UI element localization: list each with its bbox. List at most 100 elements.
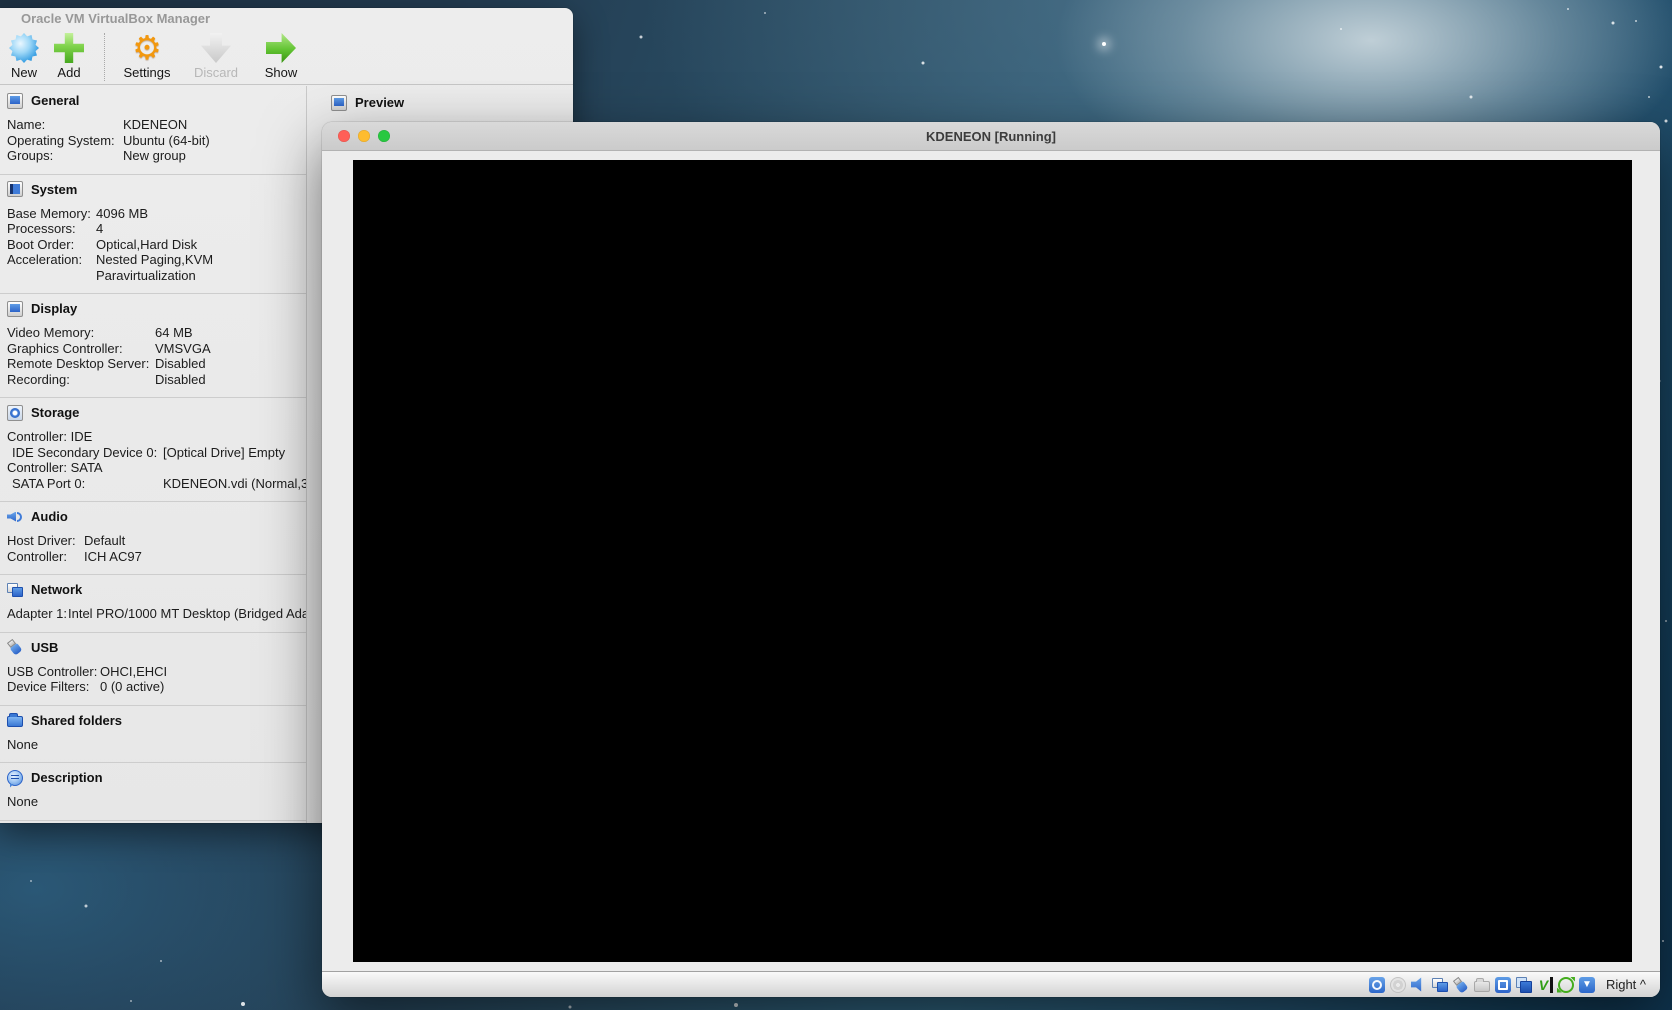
detail-row: Controller: IDE <box>7 429 306 445</box>
section-header-network[interactable]: Network <box>7 581 306 598</box>
system-icon <box>7 181 23 197</box>
hard-disks-status-icon[interactable] <box>1369 977 1385 993</box>
section-usb: USB USB Controller:OHCI,EHCIDevice Filter… <box>0 633 306 706</box>
section-header-general[interactable]: General <box>7 92 306 109</box>
detail-row: Adapter 1:Intel PRO/1000 MT Desktop (Bri… <box>7 606 306 622</box>
toolbar-label-show: Show <box>265 65 298 80</box>
detail-value: [Optical Drive] Empty <box>163 445 285 461</box>
network-status-icon[interactable] <box>1432 977 1448 993</box>
vm-window-title: KDENEON [Running] <box>322 129 1660 144</box>
section-header-description[interactable]: Description <box>7 769 306 786</box>
window-controls <box>338 130 390 142</box>
sharedfolders-icon <box>7 716 23 727</box>
detail-label: None <box>7 794 38 810</box>
general-icon <box>7 93 23 109</box>
section-title-display: Display <box>31 301 77 316</box>
toolbar-label-settings: Settings <box>124 65 171 80</box>
detail-value: KDENEON.vdi (Normal,36 <box>163 476 307 492</box>
recording-status-icon[interactable] <box>1516 977 1532 993</box>
host-key-indicator[interactable]: Right ^ <box>1606 977 1646 992</box>
detail-value: Ubuntu (64-bit) <box>123 133 210 149</box>
detail-row: Base Memory:4096 MB <box>7 206 306 222</box>
section-title-system: System <box>31 182 77 197</box>
display-status-icon[interactable] <box>1495 977 1511 993</box>
minimize-button[interactable] <box>358 130 370 142</box>
manager-window-title: Oracle VM VirtualBox Manager <box>21 11 210 26</box>
detail-label: Recording: <box>7 372 155 388</box>
section-header-display[interactable]: Display <box>7 300 306 317</box>
detail-value: Default <box>84 533 125 549</box>
detail-label: Host Driver: <box>7 533 84 549</box>
auto-resize-status-icon[interactable] <box>1558 977 1574 993</box>
section-audio: Audio Host Driver:DefaultController:ICH A… <box>0 502 306 575</box>
section-title-usb: USB <box>31 640 58 655</box>
detail-value: Optical,Hard Disk <box>96 237 197 253</box>
detail-row: Boot Order:Optical,Hard Disk <box>7 237 306 253</box>
mouse-integration-status-icon[interactable]: ▼ <box>1579 977 1595 993</box>
detail-label: Acceleration: <box>7 252 96 283</box>
section-title-description: Description <box>31 770 103 785</box>
detail-label: USB Controller: <box>7 664 100 680</box>
storage-icon <box>7 405 23 421</box>
usb-icon <box>4 636 26 658</box>
detail-value: ICH AC97 <box>84 549 142 565</box>
section-header-sharedfolders[interactable]: Shared folders <box>7 712 306 729</box>
section-title-audio: Audio <box>31 509 68 524</box>
detail-label: Controller: <box>7 549 84 565</box>
usb-status-icon[interactable] <box>1450 973 1472 995</box>
vm-titlebar[interactable]: KDENEON [Running] <box>322 122 1660 151</box>
section-header-usb[interactable]: USB <box>7 639 306 656</box>
detail-row: Groups:New group <box>7 148 306 164</box>
detail-label: Operating System: <box>7 133 123 149</box>
detail-label: IDE Secondary Device 0: <box>12 445 163 461</box>
detail-row: IDE Secondary Device 0:[Optical Drive] E… <box>12 445 306 461</box>
detail-value: 0 (0 active) <box>100 679 164 695</box>
detail-row: Video Memory:64 MB <box>7 325 306 341</box>
detail-value: 64 MB <box>155 325 193 341</box>
toolbar-button-add[interactable]: Add <box>46 33 92 80</box>
display-icon <box>7 301 23 317</box>
toolbar-label-new: New <box>11 65 37 80</box>
description-icon <box>7 770 23 786</box>
toolbar-button-settings[interactable]: ⚙Settings <box>115 33 179 80</box>
toolbar-button-new[interactable]: New <box>4 33 44 80</box>
desktop-wallpaper: Oracle VM VirtualBox Manager New Add ⚙Sett… <box>0 0 1672 1010</box>
manager-titlebar[interactable]: Oracle VM VirtualBox Manager <box>0 8 573 28</box>
vm-statusbar: V ▼ Right ^ <box>322 971 1660 997</box>
detail-row: Host Driver:Default <box>7 533 306 549</box>
wallpaper-bright-star <box>1102 42 1106 46</box>
section-storage: Storage Controller: IDEIDE Secondary Devi… <box>0 398 306 502</box>
audio-status-icon[interactable] <box>1411 977 1427 993</box>
close-button[interactable] <box>338 130 350 142</box>
guest-screen[interactable] <box>353 160 1632 962</box>
preview-header[interactable]: Preview <box>307 86 573 111</box>
section-system: SystemBase Memory:4096 MBProcessors:4Boo… <box>0 175 306 295</box>
section-header-audio[interactable]: Audio <box>7 508 306 525</box>
preview-title: Preview <box>355 95 404 110</box>
toolbar-button-show[interactable]: Show <box>255 33 307 80</box>
section-title-general: General <box>31 93 79 108</box>
detail-value: Nested Paging,KVM Paravirtualization <box>96 252 213 283</box>
network-icon <box>7 582 23 598</box>
detail-row: Recording:Disabled <box>7 372 306 388</box>
detail-row: USB Controller:OHCI,EHCI <box>7 664 306 680</box>
detail-row: Operating System:Ubuntu (64-bit) <box>7 133 306 149</box>
toolbar-button-discard[interactable]: Discard <box>183 33 249 80</box>
detail-label: Controller: IDE <box>7 429 92 445</box>
shared-folders-status-icon[interactable] <box>1474 981 1490 992</box>
preview-icon <box>331 95 347 111</box>
detail-row: SATA Port 0:KDENEON.vdi (Normal,36 <box>12 476 306 492</box>
optical-drives-status-icon[interactable] <box>1390 977 1406 993</box>
section-header-storage[interactable]: Storage <box>7 404 306 421</box>
section-header-system[interactable]: System <box>7 181 306 198</box>
detail-row: Device Filters:0 (0 active) <box>7 679 306 695</box>
detail-label: SATA Port 0: <box>12 476 163 492</box>
detail-label: Device Filters: <box>7 679 100 695</box>
detail-value: 4096 MB <box>96 206 148 222</box>
zoom-button[interactable] <box>378 130 390 142</box>
detail-label: Name: <box>7 117 123 133</box>
virtualization-features-status-icon[interactable]: V <box>1537 977 1553 993</box>
detail-row: None <box>7 737 306 753</box>
discard-icon <box>201 33 231 63</box>
detail-value: KDENEON <box>123 117 187 133</box>
